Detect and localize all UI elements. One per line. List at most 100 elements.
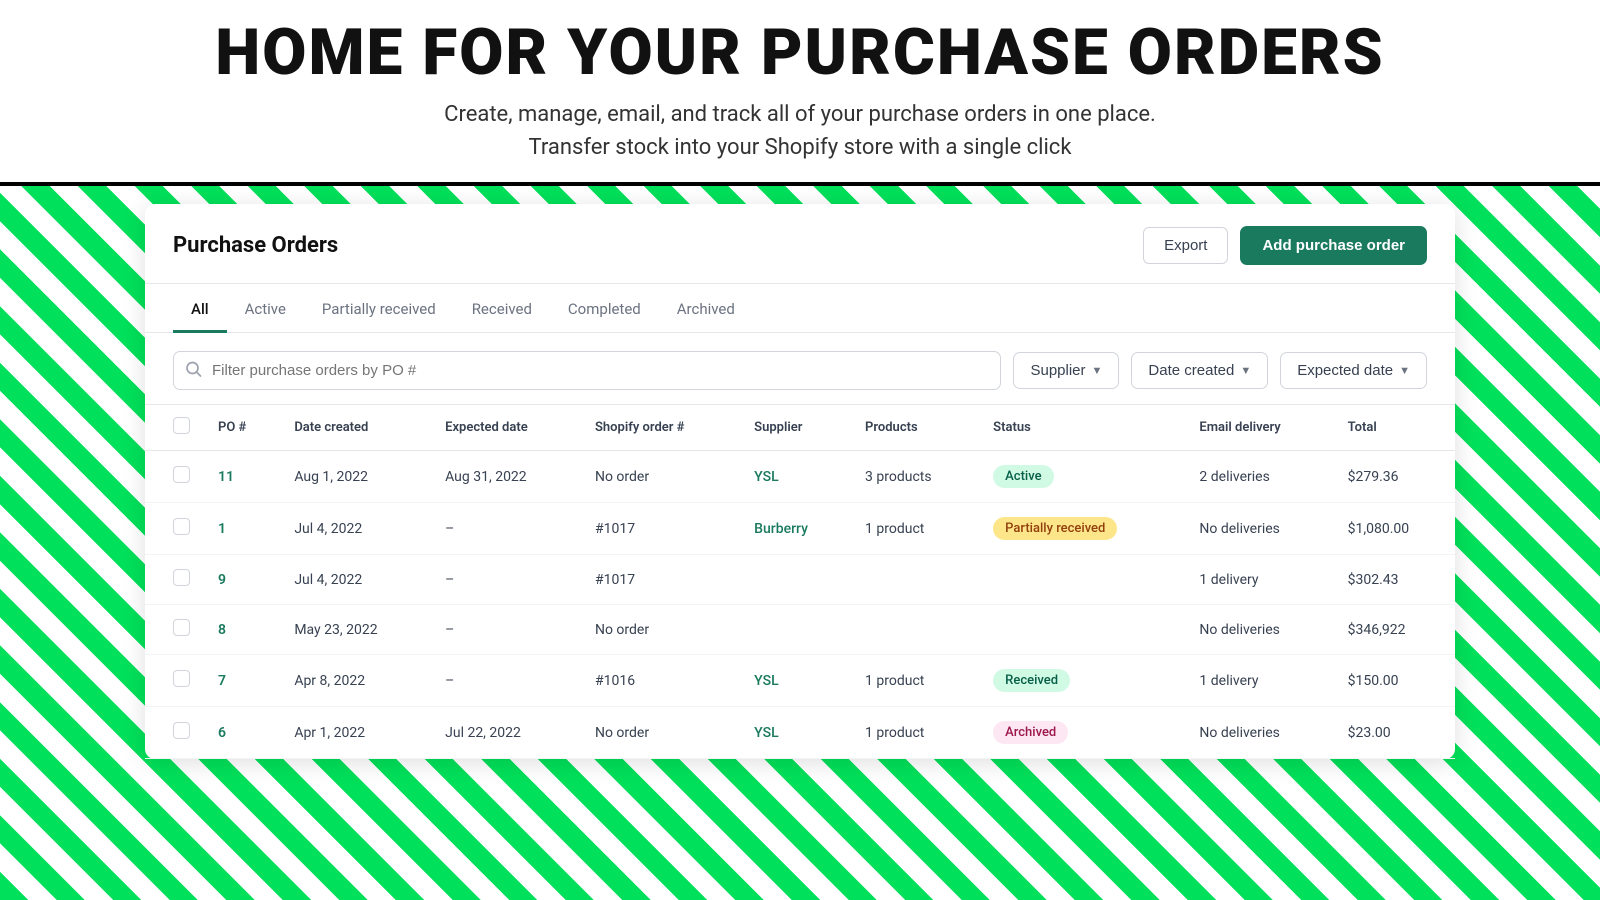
supplier-link[interactable]: YSL (754, 673, 778, 689)
col-email-delivery: Email delivery (1185, 405, 1333, 451)
search-wrap (173, 351, 1001, 390)
shopify-order-cell: No order (581, 451, 740, 503)
table-row: 9 Jul 4, 2022 – #1017 1 delivery $302.43 (145, 555, 1455, 605)
chevron-down-icon: ▼ (1240, 365, 1251, 377)
supplier-link[interactable]: YSL (754, 469, 778, 485)
email-delivery-cell: No deliveries (1185, 503, 1333, 555)
supplier-link[interactable]: Burberry (754, 521, 808, 537)
total-cell: $302.43 (1334, 555, 1455, 605)
products-cell: 1 product (851, 707, 979, 759)
search-input[interactable] (173, 351, 1001, 390)
row-checkbox[interactable] (173, 569, 190, 586)
supplier-cell (740, 555, 851, 605)
expected-date-cell: Jul 22, 2022 (431, 707, 581, 759)
tab-active[interactable]: Active (227, 286, 304, 333)
date-created-cell: Jul 4, 2022 (280, 555, 431, 605)
col-po: PO # (204, 405, 280, 451)
date-created-cell: May 23, 2022 (280, 605, 431, 655)
total-cell: $346,922 (1334, 605, 1455, 655)
hero-title: HOME FOR YOUR PURCHASE ORDERS (20, 18, 1580, 88)
row-checkbox[interactable] (173, 518, 190, 535)
shopify-order-cell: No order (581, 605, 740, 655)
tab-archived[interactable]: Archived (659, 286, 753, 333)
orders-table: PO # Date created Expected date Shopify … (145, 404, 1455, 759)
email-delivery-cell: No deliveries (1185, 605, 1333, 655)
table-row: 6 Apr 1, 2022 Jul 22, 2022 No order YSL … (145, 707, 1455, 759)
po-link[interactable]: 1 (218, 521, 226, 537)
shopify-order-cell: #1016 (581, 655, 740, 707)
email-delivery-cell: 1 delivery (1185, 655, 1333, 707)
filters-row: Supplier ▼ Date created ▼ Expected date … (145, 333, 1455, 404)
status-badge: Archived (993, 721, 1068, 744)
chevron-down-icon: ▼ (1399, 365, 1410, 377)
status-badge: Received (993, 669, 1070, 692)
col-shopify-order: Shopify order # (581, 405, 740, 451)
date-created-cell: Jul 4, 2022 (280, 503, 431, 555)
supplier-cell (740, 605, 851, 655)
po-link[interactable]: 8 (218, 622, 226, 638)
add-purchase-order-button[interactable]: Add purchase order (1240, 226, 1427, 265)
products-cell (851, 555, 979, 605)
date-created-filter[interactable]: Date created ▼ (1131, 352, 1268, 389)
col-supplier: Supplier (740, 405, 851, 451)
row-checkbox[interactable] (173, 466, 190, 483)
products-cell: 1 product (851, 655, 979, 707)
status-badge: Partially received (993, 517, 1117, 540)
col-date-created: Date created (280, 405, 431, 451)
purchase-orders-card: Purchase Orders Export Add purchase orde… (145, 204, 1455, 759)
orders-table-wrap: PO # Date created Expected date Shopify … (145, 404, 1455, 759)
header-actions: Export Add purchase order (1143, 226, 1427, 265)
select-all-checkbox[interactable] (173, 417, 190, 434)
table-row: 11 Aug 1, 2022 Aug 31, 2022 No order YSL… (145, 451, 1455, 503)
tab-completed[interactable]: Completed (550, 286, 659, 333)
row-checkbox[interactable] (173, 619, 190, 636)
expected-date-filter[interactable]: Expected date ▼ (1280, 352, 1427, 389)
total-cell: $150.00 (1334, 655, 1455, 707)
total-cell: $279.36 (1334, 451, 1455, 503)
row-checkbox[interactable] (173, 722, 190, 739)
shopify-order-cell: #1017 (581, 555, 740, 605)
table-row: 7 Apr 8, 2022 – #1016 YSL 1 product Rece… (145, 655, 1455, 707)
expected-date-cell: Aug 31, 2022 (431, 451, 581, 503)
date-created-cell: Apr 8, 2022 (280, 655, 431, 707)
expected-date-cell: – (431, 555, 581, 605)
expected-date-cell: – (431, 605, 581, 655)
date-created-cell: Aug 1, 2022 (280, 451, 431, 503)
po-link[interactable]: 11 (218, 469, 234, 485)
products-cell (851, 605, 979, 655)
po-link[interactable]: 9 (218, 572, 226, 588)
col-total: Total (1334, 405, 1455, 451)
table-row: 8 May 23, 2022 – No order No deliveries … (145, 605, 1455, 655)
col-status: Status (979, 405, 1185, 451)
email-delivery-cell: 1 delivery (1185, 555, 1333, 605)
total-cell: $23.00 (1334, 707, 1455, 759)
expected-date-cell: – (431, 503, 581, 555)
card-title: Purchase Orders (173, 233, 338, 258)
card-header: Purchase Orders Export Add purchase orde… (145, 204, 1455, 284)
status-cell (979, 605, 1185, 655)
hero-section: HOME FOR YOUR PURCHASE ORDERS Create, ma… (0, 0, 1600, 186)
tab-partially-received[interactable]: Partially received (304, 286, 454, 333)
expected-date-cell: – (431, 655, 581, 707)
shopify-order-cell: #1017 (581, 503, 740, 555)
table-row: 1 Jul 4, 2022 – #1017 Burberry 1 product… (145, 503, 1455, 555)
tab-all[interactable]: All (173, 286, 227, 333)
total-cell: $1,080.00 (1334, 503, 1455, 555)
row-checkbox[interactable] (173, 670, 190, 687)
tab-received[interactable]: Received (454, 286, 550, 333)
search-icon (185, 360, 202, 381)
status-cell (979, 555, 1185, 605)
shopify-order-cell: No order (581, 707, 740, 759)
products-cell: 1 product (851, 503, 979, 555)
export-button[interactable]: Export (1143, 227, 1228, 264)
chevron-down-icon: ▼ (1092, 365, 1103, 377)
date-created-cell: Apr 1, 2022 (280, 707, 431, 759)
col-expected-date: Expected date (431, 405, 581, 451)
tabs-bar: All Active Partially received Received C… (145, 286, 1455, 333)
supplier-filter[interactable]: Supplier ▼ (1013, 352, 1119, 389)
col-products: Products (851, 405, 979, 451)
po-link[interactable]: 7 (218, 673, 226, 689)
supplier-link[interactable]: YSL (754, 725, 778, 741)
po-link[interactable]: 6 (218, 725, 226, 741)
hero-subtitle: Create, manage, email, and track all of … (20, 98, 1580, 164)
